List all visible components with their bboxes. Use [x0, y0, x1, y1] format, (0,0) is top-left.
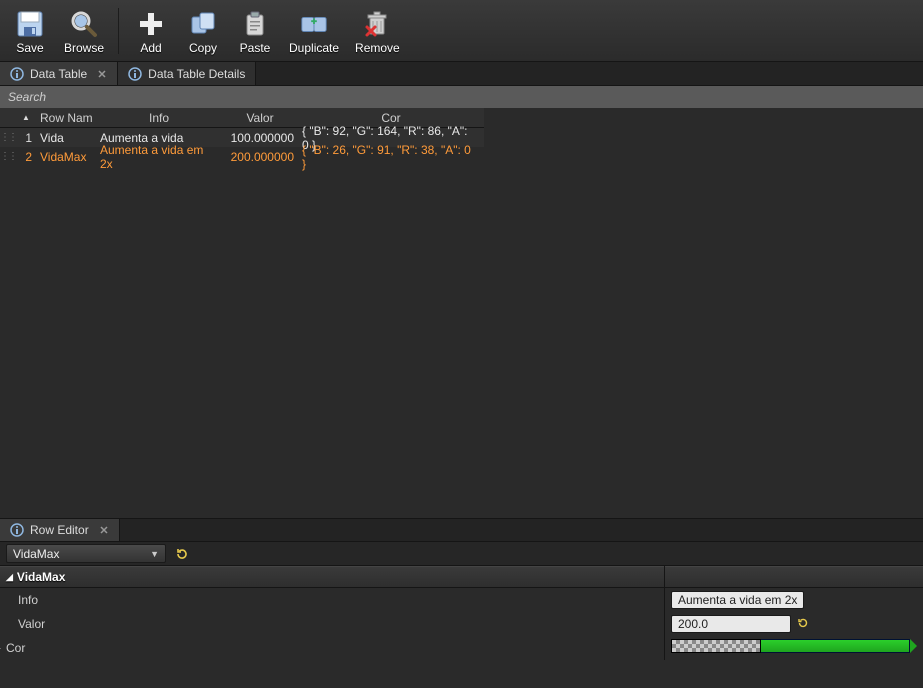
drag-handle-icon[interactable]: ⋮⋮ [0, 151, 16, 162]
cell-valor: 100.000000 [222, 131, 298, 145]
add-button[interactable]: Add [129, 3, 173, 59]
info-icon [10, 523, 24, 537]
info-icon [10, 67, 24, 81]
paste-icon [240, 9, 270, 39]
search-input[interactable] [0, 86, 923, 108]
browse-icon [69, 9, 99, 39]
combo-value: VidaMax [13, 547, 59, 561]
copy-icon [188, 9, 218, 39]
row-selector-combo[interactable]: VidaMax ▼ [6, 544, 166, 563]
close-icon[interactable] [97, 69, 107, 79]
detail-properties: Info Valor ▷ Cor Aumenta a vida em 2x [0, 588, 923, 660]
property-label-valor: Valor [0, 612, 664, 636]
row-selector-bar: VidaMax ▼ [0, 542, 923, 566]
copy-button[interactable]: Copy [181, 3, 225, 59]
save-icon [15, 9, 45, 39]
cell-info: Aumenta a vida em 2x [96, 143, 222, 171]
valor-input[interactable] [672, 617, 791, 631]
cell-rowname: Vida [36, 131, 96, 145]
tab-row-editor[interactable]: Row Editor [0, 519, 120, 541]
column-header-info[interactable]: Info [96, 108, 222, 127]
sort-indicator-icon[interactable]: ▲ [16, 108, 36, 127]
remove-icon [362, 9, 392, 39]
column-header-valor[interactable]: Valor [222, 108, 298, 127]
tab-label: Data Table Details [148, 67, 245, 81]
table-row[interactable]: ⋮⋮ 2 VidaMax Aumenta a vida em 2x 200.00… [0, 147, 484, 166]
color-swatch[interactable] [761, 639, 910, 653]
panel-tabstrip: Data Table Data Table Details [0, 62, 923, 86]
drag-handle-icon[interactable]: ⋮⋮ [0, 132, 16, 143]
property-label-cor[interactable]: ▷ Cor [0, 636, 664, 660]
data-table: ▲ Row Nam Info Valor Cor ⋮⋮ 1 Vida Aumen… [0, 108, 484, 166]
close-icon[interactable] [99, 525, 109, 535]
detail-header-title: VidaMax [17, 570, 65, 584]
info-icon [128, 67, 142, 81]
chevron-down-icon: ▼ [150, 549, 159, 559]
valor-spinbox[interactable] [671, 615, 791, 633]
duplicate-button[interactable]: Duplicate [285, 3, 343, 59]
expander-icon: ▷ [0, 643, 4, 654]
duplicate-icon [299, 9, 329, 39]
save-button[interactable]: Save [8, 3, 52, 59]
paste-button[interactable]: Paste [233, 3, 277, 59]
detail-section-header[interactable]: ◢ VidaMax [0, 566, 664, 588]
info-field[interactable]: Aumenta a vida em 2x [671, 591, 804, 609]
property-label-info: Info [0, 588, 664, 612]
reset-to-default-button[interactable] [797, 617, 811, 631]
cell-rowname: VidaMax [36, 150, 96, 164]
cell-valor: 200.000000 [222, 150, 298, 164]
tab-data-table-details[interactable]: Data Table Details [118, 62, 256, 85]
chevron-right-icon [910, 639, 917, 653]
remove-button[interactable]: Remove [351, 3, 404, 59]
tab-label: Data Table [30, 67, 87, 81]
search-bar [0, 86, 923, 108]
row-index: 1 [16, 131, 36, 145]
tab-label: Row Editor [30, 523, 89, 537]
main-toolbar: Save Browse Add Copy Paste [0, 0, 923, 62]
cell-cor: { "B": 26, "G": 91, "R": 38, "A": 0 } [298, 143, 476, 171]
reset-button[interactable] [174, 546, 190, 562]
browse-button[interactable]: Browse [60, 3, 108, 59]
add-icon [136, 9, 166, 39]
color-swatch-alpha[interactable] [671, 639, 761, 653]
column-header-rowname[interactable]: Row Nam [36, 108, 96, 127]
row-editor-tabstrip: Row Editor [0, 518, 923, 542]
tab-data-table[interactable]: Data Table [0, 62, 118, 85]
expander-icon: ◢ [6, 572, 13, 583]
row-index: 2 [16, 150, 36, 164]
